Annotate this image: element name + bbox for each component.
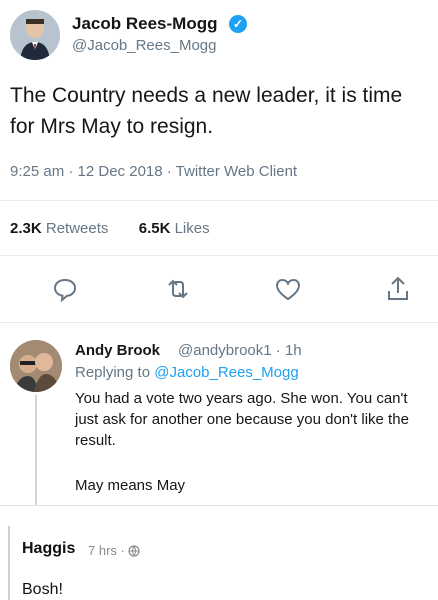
replying-prefix: Replying to <box>75 364 151 381</box>
retweets-label: Retweets <box>45 220 109 237</box>
divider <box>0 322 438 323</box>
globe-icon <box>128 545 141 560</box>
comment-thread-bar <box>8 526 10 600</box>
retweet-icon[interactable] <box>163 274 193 304</box>
likes-label: Likes <box>174 220 210 237</box>
reply-author-avatar[interactable] <box>10 340 62 392</box>
author-name[interactable]: Jacob Rees-Mogg <box>72 14 217 34</box>
tweet-text: The Country needs a new leader, it is ti… <box>10 84 403 138</box>
retweets-stat[interactable]: 2.3K Retweets <box>10 220 108 237</box>
reply-author-name[interactable]: Andy Brook <box>75 342 160 359</box>
tweet-stats: 2.3K Retweets 6.5K Likes <box>10 220 210 237</box>
comment: Haggis 7 hrs · Bosh! <box>0 505 438 600</box>
likes-stat[interactable]: 6.5K Likes <box>139 220 210 237</box>
replying-to: Replying to @Jacob_Rees_Mogg <box>75 364 299 381</box>
reply-author-handle[interactable]: @andybrook1 · 1h <box>178 342 302 359</box>
author-avatar[interactable] <box>10 10 60 60</box>
thread-line <box>35 395 37 505</box>
likes-count: 6.5K <box>138 220 171 237</box>
divider <box>0 255 438 256</box>
replying-handle-link[interactable]: @Jacob_Rees_Mogg <box>154 364 298 381</box>
reply-icon[interactable] <box>50 274 80 304</box>
verified-badge-icon: ✓ <box>229 15 247 33</box>
comment-time-text: 7 hrs · <box>88 543 125 558</box>
action-bar <box>0 270 438 310</box>
comment-author[interactable]: Haggis <box>22 540 75 558</box>
retweets-count: 2.3K <box>10 220 42 237</box>
author-handle[interactable]: @Jacob_Rees_Mogg <box>72 37 216 54</box>
reply-text-2: May means May <box>75 477 186 494</box>
share-icon[interactable] <box>383 274 413 304</box>
comment-time: 7 hrs · <box>88 543 141 560</box>
tweet-meta: 9:25 am · 12 Dec 2018 · Twitter Web Clie… <box>10 163 298 180</box>
comment-body: Bosh! <box>22 581 63 598</box>
tweet-card: Jacob Rees-Mogg ✓ @Jacob_Rees_Mogg The C… <box>0 0 438 505</box>
reply-text: You had a vote two years ago. She won. Y… <box>75 390 409 449</box>
like-icon[interactable] <box>273 274 303 304</box>
divider <box>0 200 438 201</box>
